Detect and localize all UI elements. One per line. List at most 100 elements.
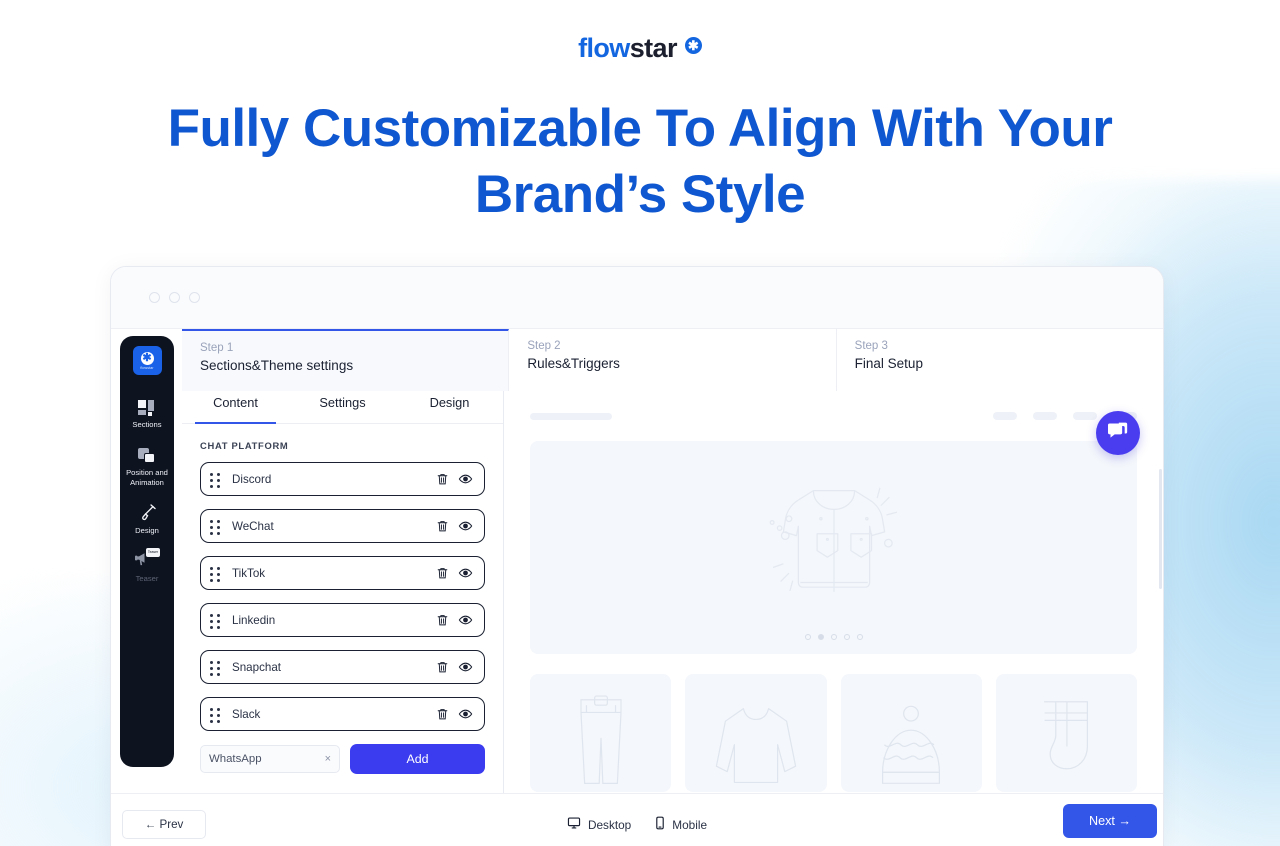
logo-text-star: star	[629, 33, 678, 63]
platform-row[interactable]: WeChat	[200, 509, 485, 543]
sidebar-item-sections[interactable]: Sections	[120, 397, 174, 430]
carousel-dot[interactable]	[804, 634, 811, 640]
step-1[interactable]: Step 1 Sections&Theme settings	[182, 329, 510, 391]
platform-name: Linkedin	[232, 613, 276, 627]
platform-name: TikTok	[232, 566, 266, 580]
platform-row[interactable]: Snapchat	[200, 650, 485, 684]
window-chrome	[111, 267, 1163, 329]
beanie-outline-icon	[869, 699, 953, 792]
sidebar-logo-label: flowstar	[140, 365, 154, 370]
layers-position-icon	[138, 445, 156, 464]
window-body: ✱ flowstar Sections Position and Animati…	[111, 329, 1163, 846]
step-title: Final Setup	[854, 356, 923, 371]
device-option-mobile[interactable]: Mobile	[655, 816, 707, 833]
platform-name-input[interactable]: WhatsApp ×	[200, 745, 340, 773]
drag-handle-icon[interactable]	[210, 472, 221, 489]
preview-nav-item[interactable]	[1033, 412, 1057, 420]
platform-row[interactable]: Linkedin	[200, 603, 485, 637]
drag-handle-icon[interactable]	[210, 566, 221, 583]
chat-platform-section: CHAT PLATFORM Discord WeChat TikTok Link…	[182, 424, 503, 774]
pants-outline-icon	[564, 687, 638, 792]
step-title: Sections&Theme settings	[200, 358, 354, 373]
traffic-light-close-icon[interactable]	[149, 292, 160, 303]
next-button[interactable]: Next →	[1063, 804, 1157, 838]
chat-widget-button[interactable]	[1096, 411, 1140, 455]
device-label: Mobile	[672, 817, 708, 832]
product-card[interactable]	[685, 674, 827, 792]
preview-product-grid	[530, 674, 1137, 792]
drag-handle-icon[interactable]	[210, 660, 221, 677]
tab-settings[interactable]: Settings	[289, 391, 396, 423]
drag-handle-icon[interactable]	[210, 519, 221, 536]
trash-icon[interactable]	[436, 613, 449, 627]
carousel-dot[interactable]	[830, 634, 837, 640]
page-root: flowstar ✱ Fully Customizable To Align W…	[0, 0, 1280, 846]
prev-button[interactable]: ← Prev	[122, 810, 206, 839]
tab-content[interactable]: Content	[182, 391, 289, 424]
product-card[interactable]	[840, 674, 982, 792]
app-sidebar: ✱ flowstar Sections Position and Animati…	[120, 336, 174, 767]
preview-topbar	[504, 391, 1163, 427]
carousel-dot[interactable]	[856, 634, 863, 640]
step-2[interactable]: Step 2 Rules&Triggers	[509, 329, 837, 391]
trash-icon[interactable]	[436, 519, 449, 533]
device-label: Desktop	[587, 817, 632, 832]
product-card[interactable]	[530, 674, 672, 792]
preview-nav-item[interactable]	[993, 412, 1017, 420]
app-window-mockup: ✱ flowstar Sections Position and Animati…	[110, 266, 1164, 846]
add-button[interactable]: Add	[350, 744, 485, 774]
sidebar-item-label: Design	[135, 526, 159, 535]
sidebar-item-label: Position and Animation	[126, 468, 168, 487]
editor-tabs: Content Settings Design	[182, 391, 503, 424]
preview-nav-item[interactable]	[1073, 412, 1097, 420]
carousel-dot[interactable]	[843, 634, 850, 640]
chat-bubbles-icon	[1107, 421, 1129, 446]
asterisk-badge-icon: ✱	[684, 36, 702, 54]
sidebar-item-label: Teaser	[135, 574, 159, 583]
asterisk-icon: ✱	[140, 351, 154, 365]
clear-icon[interactable]: ×	[325, 753, 331, 765]
shirt-outline-icon	[739, 470, 929, 625]
eye-icon[interactable]	[458, 519, 473, 533]
carousel-dot-active[interactable]	[817, 634, 824, 640]
drag-handle-icon[interactable]	[210, 707, 221, 724]
eye-icon[interactable]	[458, 660, 473, 674]
traffic-light-maximize-icon[interactable]	[189, 292, 200, 303]
device-preview-toggle: Desktop Mobile	[111, 816, 1163, 833]
trash-icon[interactable]	[436, 707, 449, 721]
sidebar-item-teaser[interactable]: Teaser Teaser	[120, 548, 174, 584]
eye-icon[interactable]	[458, 707, 473, 721]
megaphone-icon: Teaser	[135, 548, 160, 570]
carousel-dots[interactable]	[530, 634, 1137, 640]
platform-row[interactable]: Slack	[200, 697, 485, 731]
eye-icon[interactable]	[458, 566, 473, 580]
device-option-desktop[interactable]: Desktop	[567, 816, 631, 833]
sidebar-item-position-and-animation[interactable]: Position and Animation	[120, 445, 174, 488]
trash-icon[interactable]	[436, 472, 449, 486]
step-3[interactable]: Step 3 Final Setup	[836, 329, 1163, 391]
sweater-outline-icon	[711, 695, 801, 792]
sidebar-item-design[interactable]: Design	[120, 503, 174, 536]
trash-icon[interactable]	[436, 660, 449, 674]
step-title: Rules&Triggers	[527, 356, 620, 371]
sidebar-logo-tile[interactable]: ✱ flowstar	[132, 346, 162, 375]
step-wizard-bar: Step 1 Sections&Theme settings Step 2 Ru…	[182, 329, 1163, 391]
traffic-light-minimize-icon[interactable]	[169, 292, 180, 303]
store-preview	[504, 391, 1163, 846]
wizard-footer: ← Prev Desktop Mobile Next →	[111, 793, 1163, 846]
preview-vertical-scrollbar[interactable]	[1159, 469, 1162, 589]
logo-text-flow: flow	[578, 33, 630, 63]
product-card[interactable]	[995, 674, 1137, 792]
tab-design[interactable]: Design	[396, 391, 503, 423]
trash-icon[interactable]	[436, 566, 449, 580]
platform-name: Slack	[232, 707, 261, 721]
platform-name: Snapchat	[232, 660, 281, 674]
preview-brand-placeholder	[530, 412, 612, 420]
teaser-bubble-label: Teaser	[146, 548, 160, 557]
platform-row[interactable]: TikTok	[200, 556, 485, 590]
monitor-icon	[567, 816, 581, 833]
drag-handle-icon[interactable]	[210, 613, 221, 630]
eye-icon[interactable]	[458, 613, 473, 627]
platform-row[interactable]: Discord	[200, 462, 485, 496]
eye-icon[interactable]	[458, 472, 473, 486]
